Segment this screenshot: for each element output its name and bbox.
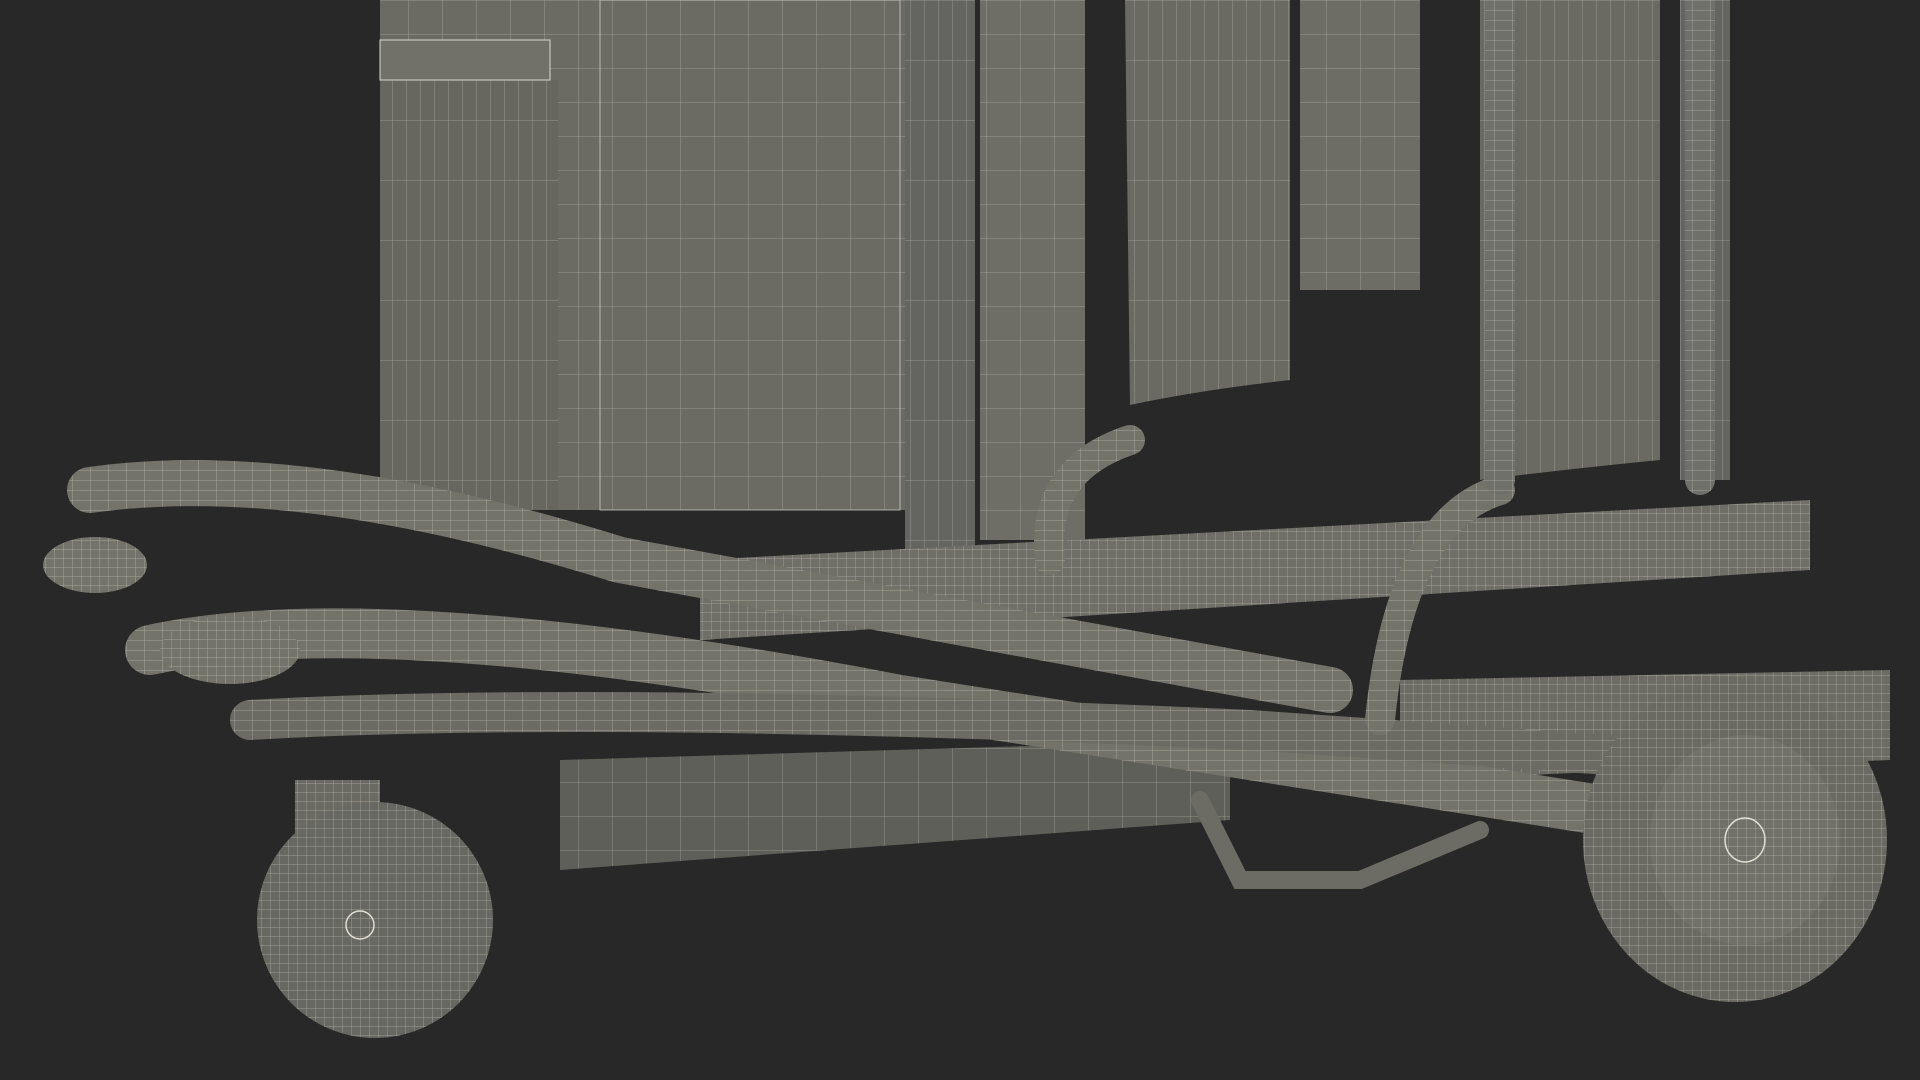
render-viewport [0, 0, 1920, 1080]
wireframe-cart-render [43, 0, 1890, 1038]
rear-wheel [1583, 678, 1887, 1002]
right-doors [1125, 0, 1730, 480]
left-cabinet [379, 0, 908, 511]
front-caster-wheel [257, 780, 493, 1038]
